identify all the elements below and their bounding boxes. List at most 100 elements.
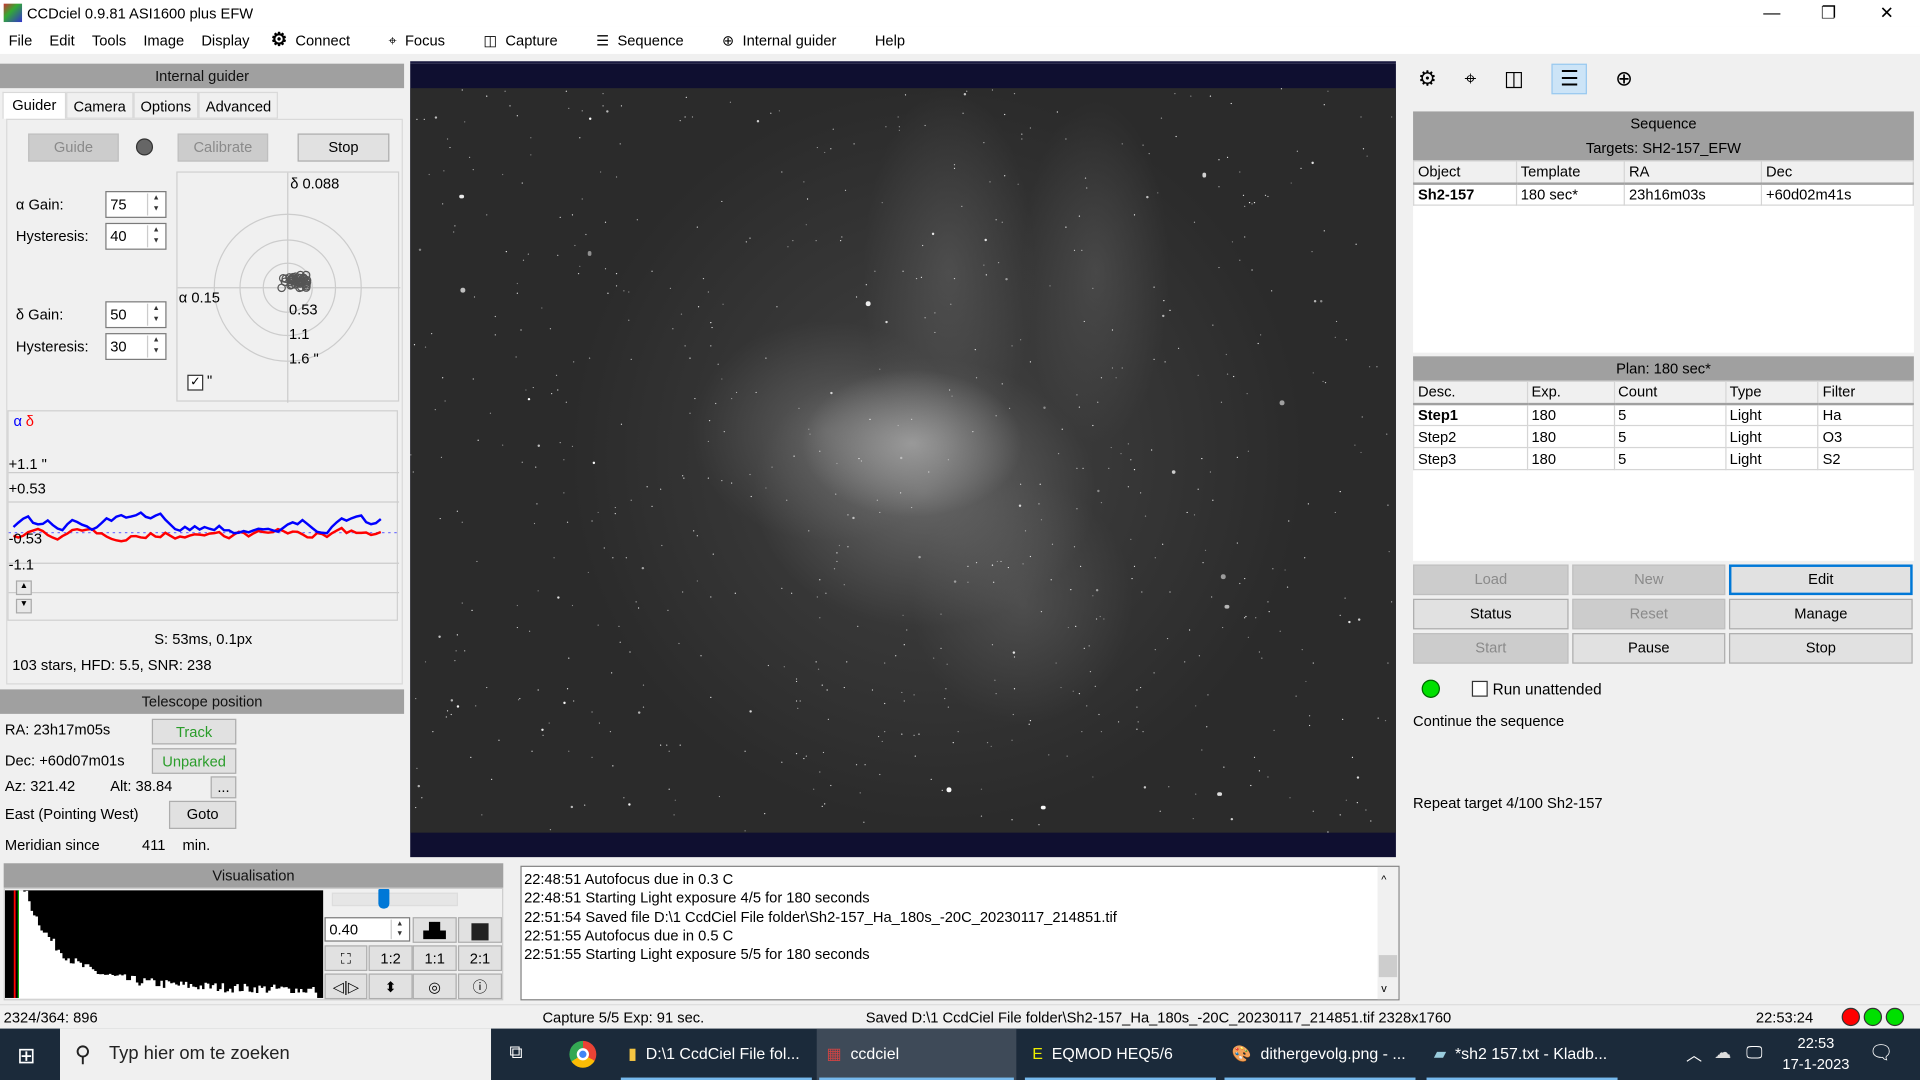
menu-focus[interactable]: ⌖ Focus [389, 32, 463, 49]
minimize-button[interactable]: — [1763, 2, 1780, 22]
log-scrollbar[interactable]: ^ v [1377, 866, 1399, 1000]
target-col-header[interactable]: RA [1624, 160, 1763, 185]
status-button[interactable]: Status [1413, 598, 1569, 630]
alpha-gain-spinner[interactable]: ▲ ▼ [146, 193, 164, 216]
gamma-input[interactable]: 0.40 ▲ ▼ [324, 917, 411, 942]
taskbar-clock[interactable]: 22:53 17-1-2023 [1776, 1033, 1857, 1075]
target-col-header[interactable]: Template [1515, 160, 1626, 185]
chrome-icon[interactable] [569, 1040, 597, 1068]
gamma-spinner[interactable]: ▲ ▼ [390, 919, 408, 940]
zoom-2-1-button[interactable]: 2:1 [457, 945, 503, 972]
reset-button[interactable]: Reset [1572, 598, 1726, 630]
plan-row[interactable]: Step3 180 5 Light S2 [1413, 446, 1914, 471]
star [693, 398, 696, 400]
pause-button[interactable]: Pause [1572, 633, 1726, 664]
flip-horizontal-button[interactable]: ◁|▷ [324, 973, 368, 1000]
gamma-slider-thumb[interactable] [378, 888, 390, 909]
zoom-1-1-button[interactable]: 1:1 [412, 945, 457, 972]
arcsec-checkbox[interactable]: ✓ [187, 374, 204, 391]
zoom-1-2-button[interactable]: 1:2 [368, 945, 413, 972]
track-button[interactable]: Track [151, 718, 237, 745]
tab-options[interactable]: Options [133, 91, 199, 119]
invert-button[interactable] [457, 917, 503, 943]
taskbar-app-paint[interactable]: 🎨 dithergevolg.png - ... [1222, 1029, 1418, 1080]
menu-image[interactable]: Image [143, 32, 184, 49]
log-scroll-thumb[interactable] [1378, 955, 1398, 978]
plan-col-header[interactable]: Filter [1817, 380, 1914, 405]
goto-button[interactable]: Goto [168, 800, 237, 829]
target-col-header[interactable]: Object [1413, 160, 1518, 185]
plan-row[interactable]: Step2 180 5 Light O3 [1413, 424, 1914, 449]
menu-capture[interactable]: ◫ Capture [483, 32, 574, 49]
tab-guider[interactable]: Guider [2, 91, 67, 119]
menu-internal-guider[interactable]: ⊕ Internal guider [722, 32, 854, 49]
run-unattended-checkbox[interactable] [1471, 680, 1488, 697]
unparked-button[interactable]: Unparked [151, 748, 237, 774]
info-button[interactable]: ⓘ [457, 973, 503, 1000]
menu-connect[interactable]: ⚙ Connect [271, 29, 368, 50]
menu-edit[interactable]: Edit [49, 32, 74, 49]
onedrive-icon[interactable]: ☁ [1714, 1042, 1731, 1063]
notifications-icon[interactable]: 🗨 [1869, 1041, 1894, 1065]
menu-sequence[interactable]: ☰ Sequence [596, 32, 701, 49]
tray-chevron-icon[interactable]: ︿ [1686, 1042, 1702, 1065]
target-col-header[interactable]: Dec [1761, 160, 1914, 185]
graph-scale-down-button[interactable]: ▼ [15, 598, 32, 614]
taskbar-app-eqmod[interactable]: Ε EQMOD HEQ5/6 [1022, 1029, 1218, 1080]
alpha-gain-input[interactable]: 75 ▲ ▼ [105, 191, 167, 218]
task-view-icon[interactable]: ⧉ [509, 1042, 522, 1063]
sequence-panel-icon[interactable]: ☰ [1551, 63, 1588, 95]
delta-gain-spinner[interactable]: ▲ ▼ [146, 303, 164, 326]
menu-help[interactable]: Help [875, 32, 905, 49]
plan-col-header[interactable]: Exp. [1526, 380, 1615, 405]
guide-button[interactable]: Guide [28, 133, 119, 162]
taskbar-app-explorer[interactable]: ▮ D:\1 CcdCiel File fol... [618, 1029, 814, 1080]
delta-gain-input[interactable]: 50 ▲ ▼ [105, 301, 167, 329]
telescope-more-button[interactable]: ... [210, 776, 237, 799]
new-button[interactable]: New [1572, 564, 1726, 596]
image-viewer[interactable] [410, 63, 1396, 858]
tab-camera[interactable]: Camera [66, 91, 134, 119]
alpha-hysteresis-spinner[interactable]: ▲ ▼ [146, 225, 164, 248]
calibrate-button[interactable]: Calibrate [177, 133, 269, 162]
alpha-hysteresis-input[interactable]: 40 ▲ ▼ [105, 222, 167, 250]
menu-file[interactable]: File [9, 32, 33, 49]
maximize-button[interactable]: ❐ [1821, 2, 1836, 23]
taskbar-app-ccdciel[interactable]: ▦ ccdciel [816, 1028, 1017, 1080]
scroll-down-icon[interactable]: v [1381, 980, 1387, 999]
star [587, 571, 589, 573]
connect-panel-icon[interactable]: ⚙ [1418, 67, 1437, 90]
plan-row[interactable]: Step1 180 5 Light Ha [1413, 402, 1914, 427]
plan-col-header[interactable]: Type [1724, 380, 1819, 405]
stop-sequence-button[interactable]: Stop [1728, 633, 1913, 664]
delta-hysteresis-input[interactable]: 30 ▲ ▼ [105, 333, 167, 361]
menu-tools[interactable]: Tools [92, 32, 126, 49]
plan-col-header[interactable]: Desc. [1413, 380, 1528, 405]
flip-vertical-button[interactable]: ⬍ [368, 973, 413, 1000]
network-icon[interactable]: 🖵 [1746, 1042, 1763, 1063]
histogram[interactable] [4, 890, 324, 998]
target-button[interactable]: ◎ [412, 973, 457, 1000]
capture-panel-icon[interactable]: ◫ [1504, 67, 1524, 90]
tab-advanced[interactable]: Advanced [198, 91, 279, 119]
plan-col-header[interactable]: Count [1613, 380, 1726, 405]
graph-scale-up-button[interactable]: ▲ [15, 580, 32, 596]
stop-guide-button[interactable]: Stop [297, 133, 390, 162]
histogram-auto-button[interactable]: ▟▙ [412, 917, 457, 943]
taskbar-app-notepad[interactable]: ▰ *sh2 157.txt - Kladb... [1424, 1029, 1620, 1080]
menu-display[interactable]: Display [201, 32, 249, 49]
start-button[interactable]: Start [1413, 633, 1569, 664]
target-row[interactable]: Sh2-157 180 sec* 23h16m03s +60d02m41s [1413, 182, 1914, 206]
zoom-fit-button[interactable]: ⛶ [324, 945, 368, 972]
close-button[interactable]: ✕ [1880, 2, 1894, 23]
load-button[interactable]: Load [1413, 564, 1569, 596]
windows-start-icon[interactable]: ⊞ [17, 1043, 35, 1069]
focus-panel-icon[interactable]: ⌖ [1464, 67, 1476, 90]
scroll-up-icon[interactable]: ^ [1381, 871, 1386, 890]
gamma-slider[interactable] [331, 888, 458, 909]
manage-button[interactable]: Manage [1728, 598, 1913, 630]
delta-hysteresis-spinner[interactable]: ▲ ▼ [146, 335, 164, 358]
edit-button[interactable]: Edit [1728, 564, 1913, 596]
guider-panel-icon[interactable]: ⊕ [1615, 67, 1632, 90]
taskbar-search[interactable]: ⚲ Typ hier om te zoeken [60, 1028, 492, 1080]
